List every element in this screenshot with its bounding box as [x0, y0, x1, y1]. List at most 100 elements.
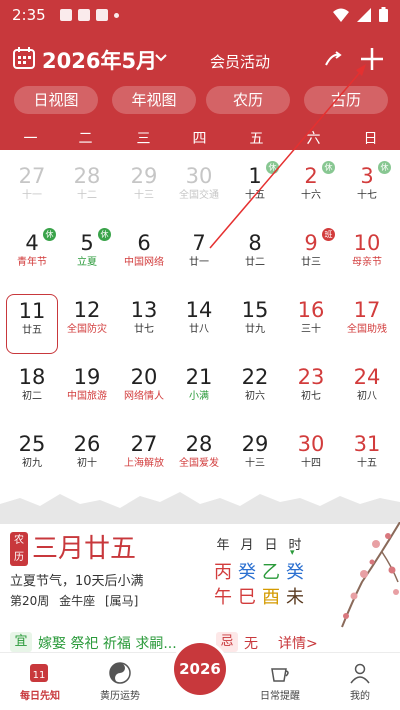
mountain-divider: [0, 492, 400, 524]
day-cell[interactable]: 30 十四: [285, 428, 337, 488]
day-number: 13: [130, 298, 158, 322]
day-number: 16: [297, 298, 325, 322]
tab-day-view[interactable]: 日视图: [14, 86, 98, 114]
day-cell[interactable]: 11 廿五: [6, 294, 58, 354]
day-cell[interactable]: 28 全国爱发: [173, 428, 225, 488]
ganzhi-head-month: 月: [240, 538, 254, 553]
day-info-panel[interactable]: 农历 三月廿五 立夏节气，10天后小满 第20周 金牛座 [属马] 年 月 日 …: [0, 522, 400, 652]
tab-ancient-calendar[interactable]: 古历: [304, 86, 388, 114]
day-sublabel: 十四: [301, 458, 321, 469]
add-icon[interactable]: [358, 45, 386, 73]
day-cell[interactable]: 21 小满: [173, 361, 225, 421]
day-cell[interactable]: 28 十二: [61, 160, 113, 220]
lunar-tag: 农历: [10, 532, 28, 566]
day-cell[interactable]: 24 初八: [341, 361, 393, 421]
day-number: 11: [18, 299, 46, 323]
status-system-icons: [333, 7, 388, 22]
day-sublabel: 廿七: [134, 324, 154, 335]
day-number: 18: [18, 365, 46, 389]
day-cell[interactable]: 23 初七: [285, 361, 337, 421]
holiday-badge: 休: [98, 228, 111, 241]
day-cell[interactable]: 9 廿三班: [285, 227, 337, 287]
month-grid: 27 十一 28 十二 29 十三 30 全国交通 1 十五休 2 十六休 3 十七休 4 青年节休 5 立夏休 6…: [0, 160, 400, 495]
nav-fortune[interactable]: 黄历运势: [80, 653, 160, 710]
day-sublabel: 立夏: [77, 257, 97, 268]
bottom-nav: 11 每日先知 黄历运势 2026 日常提醒 我的: [0, 643, 400, 710]
switch-hour-icon[interactable]: ▾: [290, 548, 300, 558]
day-cell[interactable]: 15 廿九: [229, 294, 281, 354]
day-cell[interactable]: 16 三十: [285, 294, 337, 354]
day-number: 19: [73, 365, 101, 389]
chevron-down-icon[interactable]: [153, 50, 169, 66]
day-cell[interactable]: 27 上海解放: [118, 428, 170, 488]
day-number: 10: [353, 231, 381, 255]
day-cell[interactable]: 18 初二: [6, 361, 58, 421]
day-cell[interactable]: 7 廿一: [173, 227, 225, 287]
status-time: 2:35: [12, 6, 46, 24]
tab-lunar[interactable]: 农历: [206, 86, 290, 114]
day-cell[interactable]: 29 十三: [118, 160, 170, 220]
day-cell[interactable]: 5 立夏休: [61, 227, 113, 287]
day-cell[interactable]: 30 全国交通: [173, 160, 225, 220]
nav-me[interactable]: 我的: [320, 653, 400, 710]
day-cell[interactable]: 29 十三: [229, 428, 281, 488]
day-sublabel: 十五: [245, 190, 265, 201]
day-cell[interactable]: 1 十五休: [229, 160, 281, 220]
daily-calendar-icon: 11: [30, 664, 48, 682]
day-number: 12: [73, 298, 101, 322]
day-cell[interactable]: 19 中国旅游: [61, 361, 113, 421]
status-bar: 2:35: [0, 0, 400, 30]
day-cell[interactable]: 25 初九: [6, 428, 58, 488]
day-number: 14: [185, 298, 213, 322]
day-cell[interactable]: 8 廿二: [229, 227, 281, 287]
ji-activities: 无: [244, 636, 258, 652]
day-number: 22: [241, 365, 269, 389]
day-sublabel: 十五: [357, 458, 377, 469]
day-cell[interactable]: 22 初六: [229, 361, 281, 421]
day-sublabel: 十七: [357, 190, 377, 201]
nav-daily-label: 每日先知: [20, 691, 60, 702]
month-title[interactable]: 2026年5月: [42, 45, 157, 75]
day-cell[interactable]: 14 廿八: [173, 294, 225, 354]
day-number: 27: [130, 432, 158, 456]
signal-icon: [357, 7, 371, 22]
zodiac-animal: [属马]: [104, 594, 139, 608]
day-cell[interactable]: 17 全国助残: [341, 294, 393, 354]
day-cell[interactable]: 12 全国防灾: [61, 294, 113, 354]
day-number: 20: [130, 365, 158, 389]
nav-daily[interactable]: 11 每日先知: [0, 653, 80, 710]
nav-reminder[interactable]: 日常提醒: [240, 653, 320, 710]
ganzhi-stem-year: 丙: [214, 562, 232, 583]
back-to-today-icon[interactable]: [322, 49, 344, 71]
day-cell[interactable]: 6 中国网络: [118, 227, 170, 287]
yi-activities: 嫁娶 祭祀 祈福 求嗣...: [38, 636, 177, 652]
details-link[interactable]: 详情>: [278, 633, 318, 653]
more-notifications-dot-icon: [114, 13, 119, 18]
zodiac-sign: 金牛座: [59, 594, 96, 608]
cup-icon: [271, 668, 289, 682]
app-notification-icon: [78, 9, 90, 21]
day-sublabel: 初二: [22, 391, 42, 402]
day-cell[interactable]: 27 十一: [6, 160, 58, 220]
day-cell[interactable]: 13 廿七: [118, 294, 170, 354]
calendar-icon[interactable]: [12, 46, 36, 70]
day-cell[interactable]: 10 母亲节: [341, 227, 393, 287]
font-notification-icon: [96, 9, 108, 21]
day-sublabel: 廿三: [301, 257, 321, 268]
weekday-label: 三: [136, 131, 151, 147]
day-cell[interactable]: 2 十六休: [285, 160, 337, 220]
day-cell[interactable]: 26 初十: [61, 428, 113, 488]
day-cell[interactable]: 4 青年节休: [6, 227, 58, 287]
day-cell[interactable]: 20 网络情人: [118, 361, 170, 421]
day-number: 23: [297, 365, 325, 389]
tab-year-view[interactable]: 年视图: [112, 86, 196, 114]
day-sublabel: 三十: [301, 324, 321, 335]
member-activity-link[interactable]: 会员活动: [210, 51, 270, 72]
center-2026-logo[interactable]: 2026: [174, 643, 226, 695]
day-number: 24: [353, 365, 381, 389]
day-cell[interactable]: 3 十七休: [341, 160, 393, 220]
day-sublabel: 初六: [245, 391, 265, 402]
day-number: 28: [73, 164, 101, 188]
day-cell[interactable]: 31 十五: [341, 428, 393, 488]
day-sublabel: 中国旅游: [67, 391, 107, 402]
